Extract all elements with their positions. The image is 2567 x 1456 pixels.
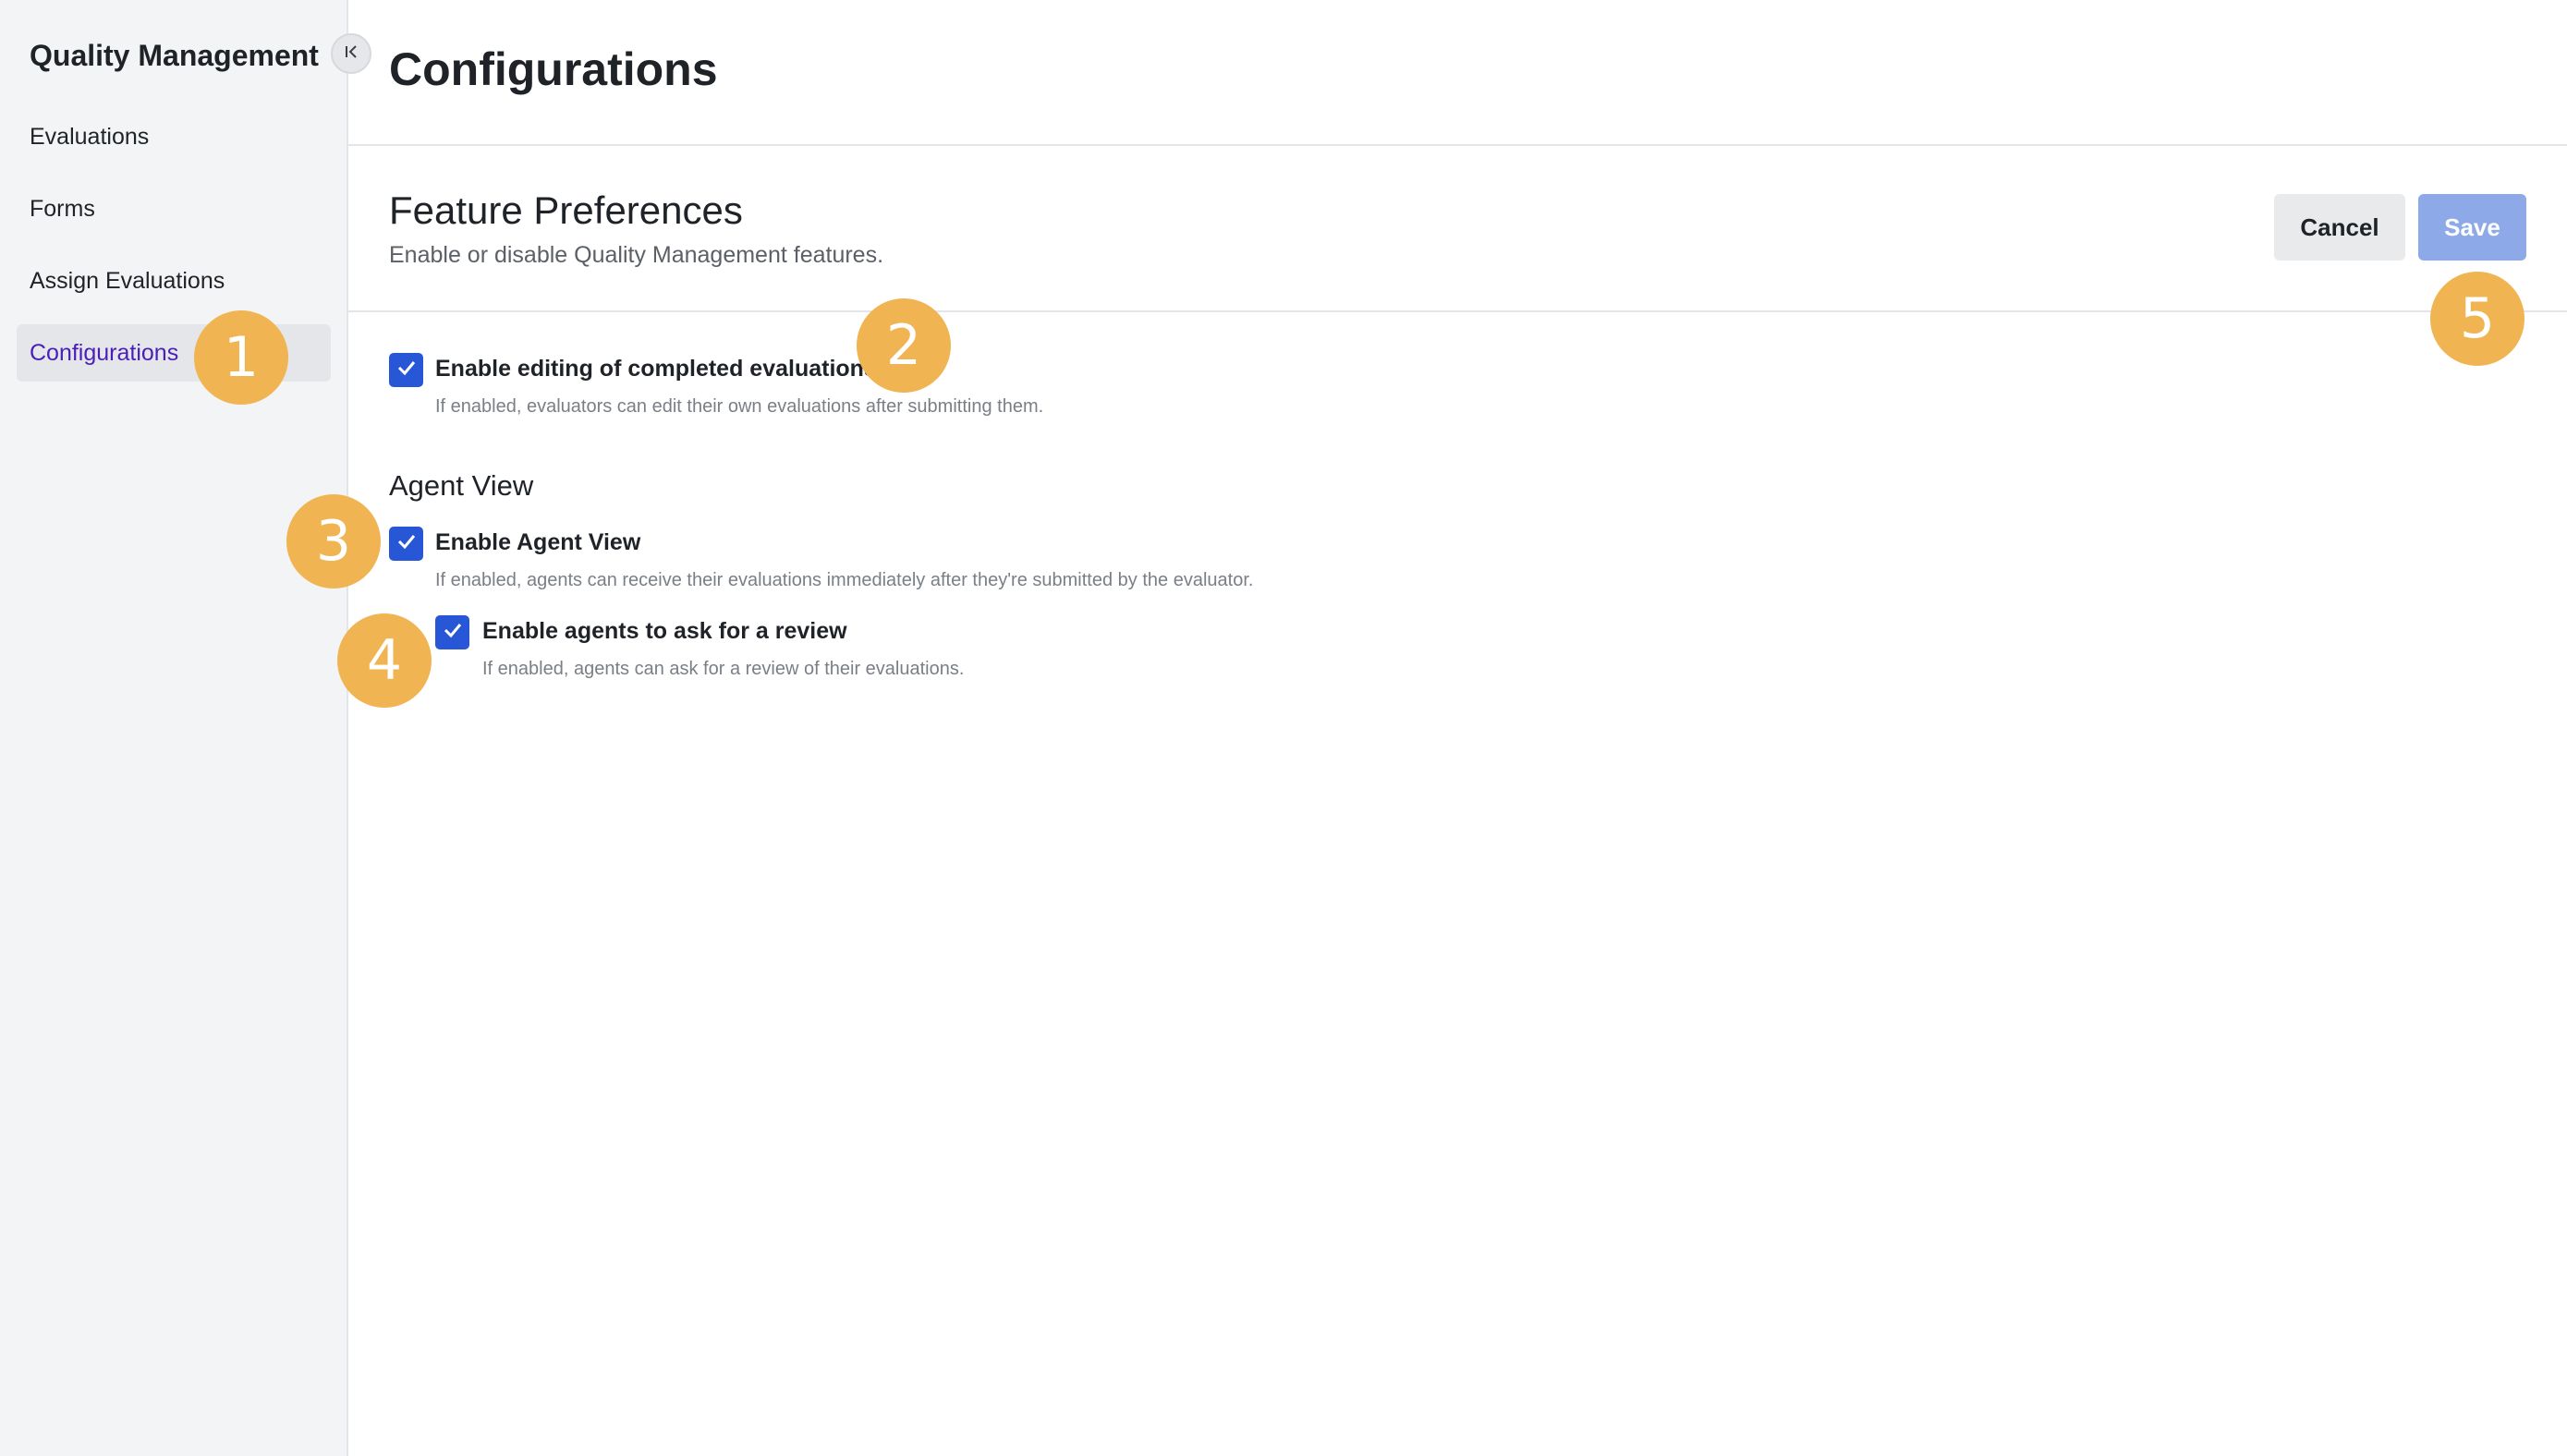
section-title: Feature Preferences xyxy=(389,188,743,232)
ask-review-description: If enabled, agents can ask for a review … xyxy=(482,659,965,679)
page-title: Configurations xyxy=(389,43,718,95)
agent-view-description: If enabled, agents can receive their eva… xyxy=(435,570,1254,590)
checkmark-icon xyxy=(395,530,418,557)
section-subtitle: Enable or disable Quality Management fea… xyxy=(389,242,884,268)
agent-view-checkbox[interactable] xyxy=(389,527,423,561)
callout-1: 1 xyxy=(194,310,288,405)
edit-completed-label[interactable]: Enable editing of completed evaluations xyxy=(435,356,877,382)
sidebar-item-label: Assign Evaluations xyxy=(30,267,225,294)
sidebar-item-assign-evaluations[interactable]: Assign Evaluations xyxy=(17,252,331,309)
edit-completed-checkbox[interactable] xyxy=(389,353,423,387)
callout-5: 5 xyxy=(2430,272,2524,366)
sidebar-item-forms[interactable]: Forms xyxy=(17,180,331,237)
callout-4: 4 xyxy=(337,613,432,708)
ask-review-checkbox[interactable] xyxy=(435,615,469,649)
sidebar-item-evaluations[interactable]: Evaluations xyxy=(17,108,331,165)
checkmark-icon xyxy=(442,619,464,646)
cancel-button[interactable]: Cancel xyxy=(2274,194,2405,261)
section-header: Feature Preferences Enable or disable Qu… xyxy=(348,146,2567,312)
collapse-sidebar-button[interactable] xyxy=(331,33,371,74)
sidebar-title: Quality Management xyxy=(30,39,319,72)
agent-view-label[interactable]: Enable Agent View xyxy=(435,529,640,556)
sidebar: Quality Management Evaluations Forms Ass… xyxy=(0,0,348,1456)
ask-review-label[interactable]: Enable agents to ask for a review xyxy=(482,618,847,645)
page-header: Configurations xyxy=(348,0,2567,146)
save-button[interactable]: Save xyxy=(2418,194,2526,261)
callout-2: 2 xyxy=(857,298,951,393)
agent-view-heading: Agent View xyxy=(389,469,534,502)
collapse-left-icon xyxy=(342,42,360,66)
sidebar-item-label: Forms xyxy=(30,195,95,222)
sidebar-item-label: Evaluations xyxy=(30,123,150,150)
checkmark-icon xyxy=(395,357,418,383)
callout-3: 3 xyxy=(286,494,381,588)
sidebar-item-label: Configurations xyxy=(30,339,179,366)
edit-completed-description: If enabled, evaluators can edit their ow… xyxy=(435,396,1044,417)
